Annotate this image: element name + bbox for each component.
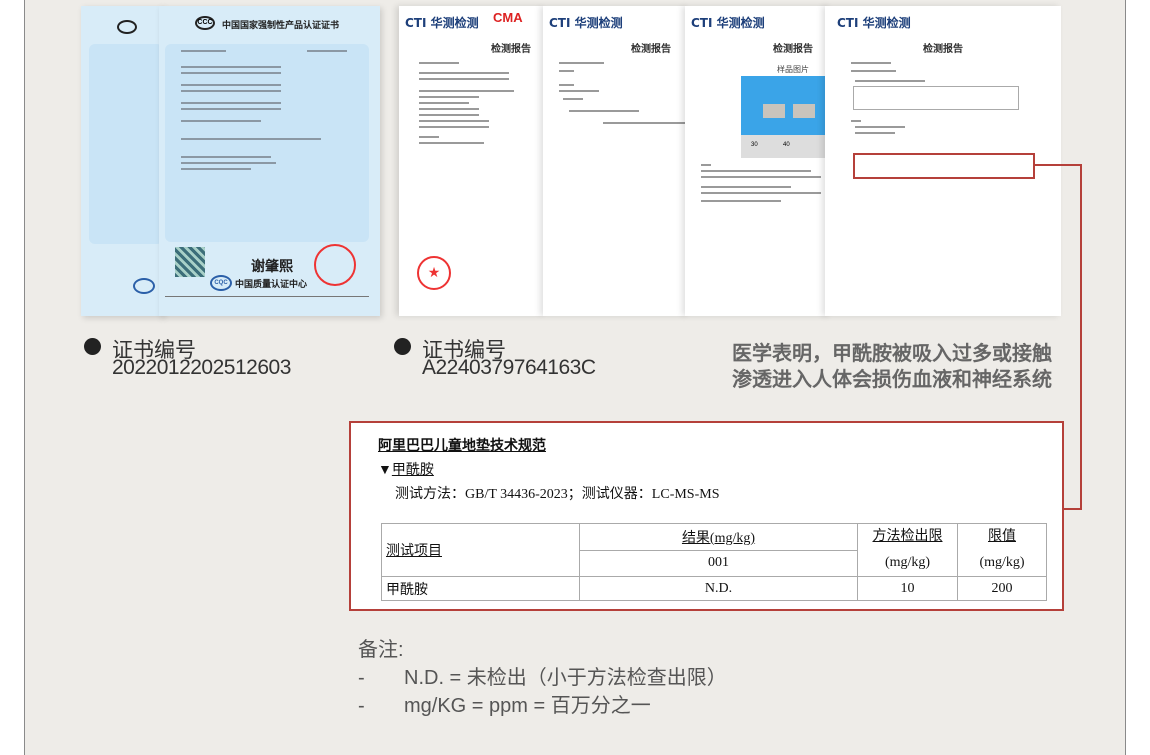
dash: - (358, 695, 365, 717)
header-test-item: 测试项目 (386, 544, 442, 559)
ccc-certificate-back (81, 6, 163, 316)
spec-heading: 阿里巴巴儿童地垫技术规范 (378, 439, 546, 454)
header-limit-unit: (mg/kg) (979, 555, 1025, 570)
warning-line: 医学表明，甲酰胺被吸入过多或接触 (732, 341, 1052, 365)
health-warning: 医学表明，甲酰胺被吸入过多或接触 渗透进入人体会损伤血液和神经系统 (732, 340, 1052, 392)
report-title: 检测报告 (923, 44, 963, 55)
qr-code (175, 247, 205, 277)
test-result-highlight: 阿里巴巴儿童地垫技术规范 ▼甲酰胺 测试方法：GB/T 34436-2023；测… (349, 421, 1064, 611)
sample-photo: 30 40 (741, 76, 831, 158)
cqc-logo-icon: CQC (210, 275, 232, 291)
substance-heading: ▼甲酰胺 (378, 459, 434, 479)
test-report-3: CTI 华测检测 检测报告 样品图片 30 40 (685, 6, 831, 316)
report-title: 检测报告 (631, 44, 671, 55)
header-mdl-unit: (mg/kg) (884, 555, 931, 570)
cti-logo: CTI 华测检测 (405, 16, 479, 30)
red-seal-icon (314, 244, 356, 286)
signature: 谢肇熙 (251, 259, 293, 275)
header-mdl: 方法检出限 (872, 529, 943, 544)
note-item: - mg/KG = ppm = 百万分之一 (358, 692, 727, 720)
notes-title: 备注: (358, 639, 404, 661)
ruler-mark: 40 (783, 142, 790, 148)
ccc-logo-icon: CCC (195, 16, 215, 30)
header-limit: 限值 (988, 529, 1016, 544)
test-report-2: CTI 华测检测 检测报告 (543, 6, 689, 316)
triangle-down-icon: ▼ (378, 463, 392, 478)
certificate-caption-2: 证书编号 A2240379764163C (394, 334, 644, 384)
test-report-4: CTI 华测检测 检测报告 (825, 6, 1061, 316)
header-result: 结果(mg/kg) (681, 530, 756, 546)
sample-photo-label: 样品图片 (777, 65, 809, 74)
highlight-frame (853, 153, 1035, 179)
ccc-logo-icon (117, 20, 137, 34)
ccc-certificate: CCC 中国国家强制性产品认证证书 谢肇熙 CQC 中国质量认证中心 (159, 6, 380, 316)
report-title: 检测报告 (773, 44, 813, 55)
issuer-name: 中国质量认证中心 (235, 280, 308, 290)
cell-item: 甲酰胺 (381, 576, 580, 601)
substance-name: 甲酰胺 (391, 463, 434, 478)
red-seal-icon: ★ (417, 256, 451, 290)
bullet-icon (84, 338, 101, 355)
certificate-title: 中国国家强制性产品认证证书 (222, 21, 340, 31)
notes: 备注: - N.D. = 未检出（小于方法检查出限） - mg/KG = ppm =… (358, 636, 727, 720)
header-sample-id: 001 (579, 549, 858, 577)
cell-limit: 200 (957, 576, 1047, 601)
cti-logo: CTI 华测检测 (549, 16, 623, 30)
ruler-mark: 30 (751, 142, 758, 148)
cti-logo: CTI 华测检测 (837, 16, 911, 30)
bullet-icon (394, 338, 411, 355)
certificate-caption-1: 证书编号 2022012202512603 (84, 334, 334, 384)
table-row: 甲酰胺 N.D. 10 200 (381, 576, 1047, 601)
note-item: - N.D. = 未检出（小于方法检查出限） (358, 664, 727, 692)
cqc-logo-icon (133, 278, 155, 294)
cell-result: N.D. (579, 576, 858, 601)
note-text: mg/KG = ppm = 百万分之一 (404, 695, 651, 717)
note-text: N.D. = 未检出（小于方法检查出限） (404, 667, 727, 689)
cti-logo: CTI 华测检测 (691, 16, 765, 30)
cma-mark: CMA (493, 10, 523, 25)
test-report-1: CTI 华测检测 CMA 检测报告 ★ (399, 6, 545, 316)
dash: - (358, 667, 365, 689)
warning-line: 渗透进入人体会损伤血液和神经系统 (732, 367, 1052, 391)
certificate-number: A2240379764163C (422, 356, 596, 379)
results-table: 测试项目 结果(mg/kg) 方法检出限 (mg/kg) 限值 (mg/kg) 00… (381, 523, 1047, 601)
cell-mdl: 10 (857, 576, 958, 601)
test-method: 测试方法：GB/T 34436-2023；测试仪器：LC-MS-MS (395, 487, 720, 502)
report-title: 检测报告 (491, 44, 531, 55)
certificate-number: 2022012202512603 (112, 356, 291, 379)
